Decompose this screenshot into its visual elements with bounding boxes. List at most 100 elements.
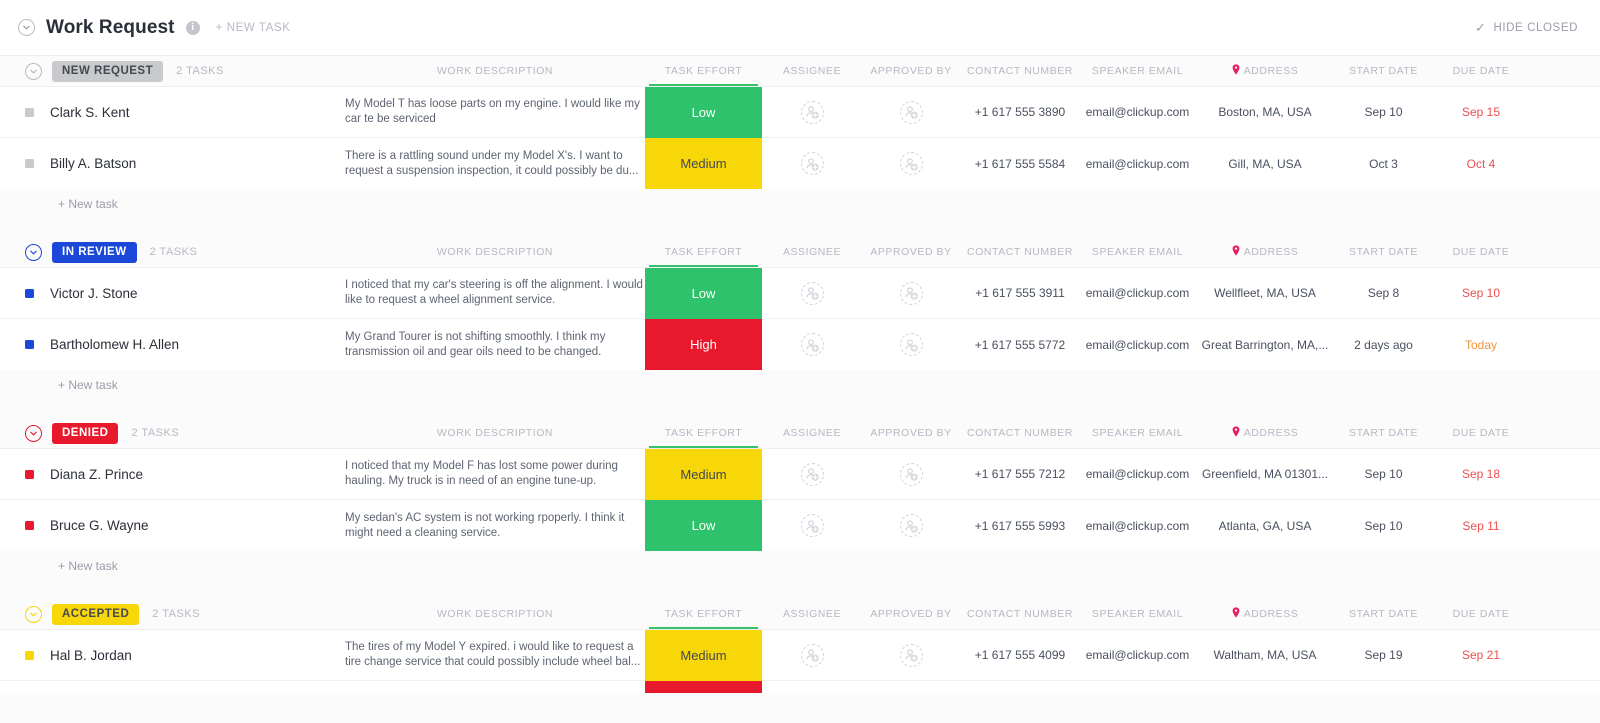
task-effort-badge[interactable]: Medium [645, 449, 762, 500]
collapse-all-chevron-icon[interactable] [18, 19, 35, 36]
approved-by-cell[interactable] [862, 500, 960, 551]
task-effort-cell[interactable]: Low [645, 87, 762, 137]
column-header-effort[interactable]: TASK EFFORT [645, 418, 762, 448]
address-cell[interactable]: Wellfleet, MA, USA [1195, 268, 1335, 318]
work-description-cell[interactable]: My sedan's AC system is not working rpop… [345, 500, 645, 551]
assignee-add-icon[interactable] [801, 152, 824, 175]
task-effort-cell[interactable]: Medium [645, 449, 762, 499]
address-cell[interactable]: Waltham, MA, USA [1195, 630, 1335, 680]
speaker-email-cell[interactable]: email@clickup.com [1080, 319, 1195, 370]
table-row[interactable]: Billy A. BatsonThere is a rattling sound… [0, 138, 1600, 189]
contact-number-cell[interactable]: +1 617 555 3890 [960, 87, 1080, 137]
column-header-start[interactable]: START DATE [1335, 56, 1432, 86]
approved-by-add-icon[interactable] [900, 514, 923, 537]
column-header-addr[interactable]: ADDRESS [1195, 418, 1335, 448]
assignee-cell[interactable] [762, 500, 862, 551]
hide-closed-toggle[interactable]: ✓ HIDE CLOSED [1475, 20, 1578, 36]
task-effort-badge[interactable]: Low [645, 500, 762, 551]
approved-by-add-icon[interactable] [900, 644, 923, 667]
work-description-cell[interactable] [345, 681, 645, 693]
approved-by-cell[interactable] [862, 630, 960, 680]
column-header-due[interactable]: DUE DATE [1432, 56, 1530, 86]
column-header-name[interactable] [0, 418, 345, 448]
address-cell[interactable]: Gill, MA, USA [1195, 138, 1335, 189]
address-cell[interactable]: Great Barrington, MA,... [1195, 319, 1335, 370]
column-header-phone[interactable]: CONTACT NUMBER [960, 56, 1080, 86]
column-header-due[interactable]: DUE DATE [1432, 599, 1530, 629]
task-name-cell[interactable]: Diana Z. Prince [0, 449, 345, 499]
address-cell[interactable]: Boston, MA, USA [1195, 87, 1335, 137]
task-effort-cell[interactable]: Low [645, 500, 762, 551]
assignee-add-icon[interactable] [801, 101, 824, 124]
assignee-add-icon[interactable] [801, 644, 824, 667]
start-date-cell[interactable]: Sep 19 [1335, 630, 1432, 680]
column-header-name[interactable] [0, 56, 345, 86]
start-date-cell[interactable]: Sep 10 [1335, 449, 1432, 499]
task-name-cell[interactable]: Victor J. Stone [0, 268, 345, 318]
column-header-email[interactable]: SPEAKER EMAIL [1080, 56, 1195, 86]
start-date-cell[interactable]: Sep 8 [1335, 268, 1432, 318]
group-header[interactable]: WORK DESCRIPTIONTASK EFFORTASSIGNEEAPPRO… [0, 56, 1600, 86]
task-effort-badge[interactable]: Low [645, 87, 762, 138]
column-header-assign[interactable]: ASSIGNEE [762, 56, 862, 86]
speaker-email-cell[interactable]: email@clickup.com [1080, 500, 1195, 551]
contact-number-cell[interactable]: +1 617 555 5772 [960, 319, 1080, 370]
start-date-cell[interactable]: Sep 10 [1335, 87, 1432, 137]
column-header-start[interactable]: START DATE [1335, 418, 1432, 448]
group-header[interactable]: WORK DESCRIPTIONTASK EFFORTASSIGNEEAPPRO… [0, 418, 1600, 448]
work-description-cell[interactable]: I noticed that my car's steering is off … [345, 268, 645, 318]
column-header-addr[interactable]: ADDRESS [1195, 237, 1335, 267]
add-new-task-link[interactable]: + New task [0, 189, 1600, 219]
work-description-cell[interactable]: My Model T has loose parts on my engine.… [345, 87, 645, 137]
speaker-email-cell[interactable]: email@clickup.com [1080, 630, 1195, 680]
column-header-email[interactable]: SPEAKER EMAIL [1080, 237, 1195, 267]
column-header-email[interactable]: SPEAKER EMAIL [1080, 599, 1195, 629]
task-name-cell[interactable]: Bartholomew H. Allen [0, 319, 345, 370]
speaker-email-cell[interactable]: email@clickup.com [1080, 268, 1195, 318]
column-header-effort[interactable]: TASK EFFORT [645, 56, 762, 86]
assignee-cell[interactable] [762, 630, 862, 680]
due-date-cell[interactable]: Sep 15 [1432, 87, 1530, 137]
task-name-cell[interactable]: Hal B. Jordan [0, 630, 345, 680]
column-header-approv[interactable]: APPROVED BY [862, 56, 960, 86]
column-header-assign[interactable]: ASSIGNEE [762, 599, 862, 629]
task-board[interactable]: WORK DESCRIPTIONTASK EFFORTASSIGNEEAPPRO… [0, 56, 1600, 723]
assignee-cell[interactable] [762, 138, 862, 189]
task-effort-cell[interactable]: Medium [645, 138, 762, 189]
approved-by-cell[interactable] [862, 268, 960, 318]
task-effort-cell[interactable]: Medium [645, 630, 762, 680]
add-new-task-link[interactable]: + New task [0, 551, 1600, 581]
address-cell[interactable]: Atlanta, GA, USA [1195, 500, 1335, 551]
assignee-cell[interactable] [762, 268, 862, 318]
column-header-effort[interactable]: TASK EFFORT [645, 599, 762, 629]
start-date-cell[interactable]: 2 days ago [1335, 319, 1432, 370]
column-header-assign[interactable]: ASSIGNEE [762, 418, 862, 448]
task-effort-badge[interactable]: Medium [645, 630, 762, 681]
table-row[interactable]: Hal B. JordanThe tires of my Model Y exp… [0, 630, 1600, 681]
assignee-add-icon[interactable] [801, 514, 824, 537]
assignee-add-icon[interactable] [801, 282, 824, 305]
task-effort-badge[interactable]: High [645, 319, 762, 370]
column-header-effort[interactable]: TASK EFFORT [645, 237, 762, 267]
column-header-addr[interactable]: ADDRESS [1195, 56, 1335, 86]
approved-by-add-icon[interactable] [900, 101, 923, 124]
assignee-add-icon[interactable] [801, 333, 824, 356]
task-effort-cell[interactable] [645, 681, 762, 693]
new-task-button[interactable]: + NEW TASK [216, 22, 291, 34]
contact-number-cell[interactable]: +1 617 555 5584 [960, 138, 1080, 189]
add-new-task-link[interactable]: + New task [0, 370, 1600, 400]
approved-by-add-icon[interactable] [900, 333, 923, 356]
due-date-cell[interactable]: Sep 10 [1432, 268, 1530, 318]
table-row[interactable]: Bruce G. WayneMy sedan's AC system is no… [0, 500, 1600, 551]
assignee-cell[interactable] [762, 449, 862, 499]
column-header-approv[interactable]: APPROVED BY [862, 237, 960, 267]
contact-number-cell[interactable]: +1 617 555 3911 [960, 268, 1080, 318]
approved-by-cell[interactable] [862, 138, 960, 189]
column-header-approv[interactable]: APPROVED BY [862, 418, 960, 448]
column-header-name[interactable] [0, 599, 345, 629]
contact-number-cell[interactable]: +1 617 555 7212 [960, 449, 1080, 499]
speaker-email-cell[interactable]: email@clickup.com [1080, 87, 1195, 137]
column-header-assign[interactable]: ASSIGNEE [762, 237, 862, 267]
table-row[interactable]: Clark S. KentMy Model T has loose parts … [0, 87, 1600, 138]
work-description-cell[interactable]: My Grand Tourer is not shifting smoothly… [345, 319, 645, 370]
